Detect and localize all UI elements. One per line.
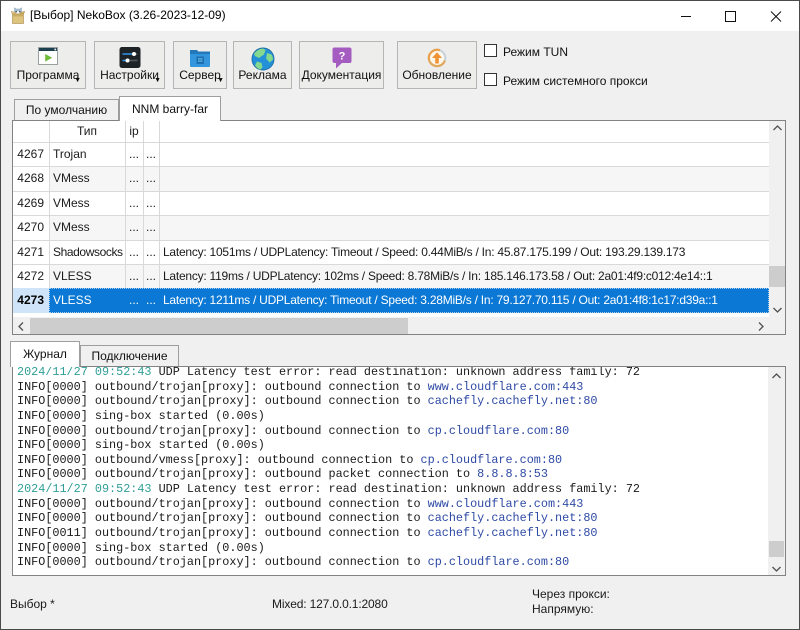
svg-text:?: ?	[338, 51, 345, 63]
